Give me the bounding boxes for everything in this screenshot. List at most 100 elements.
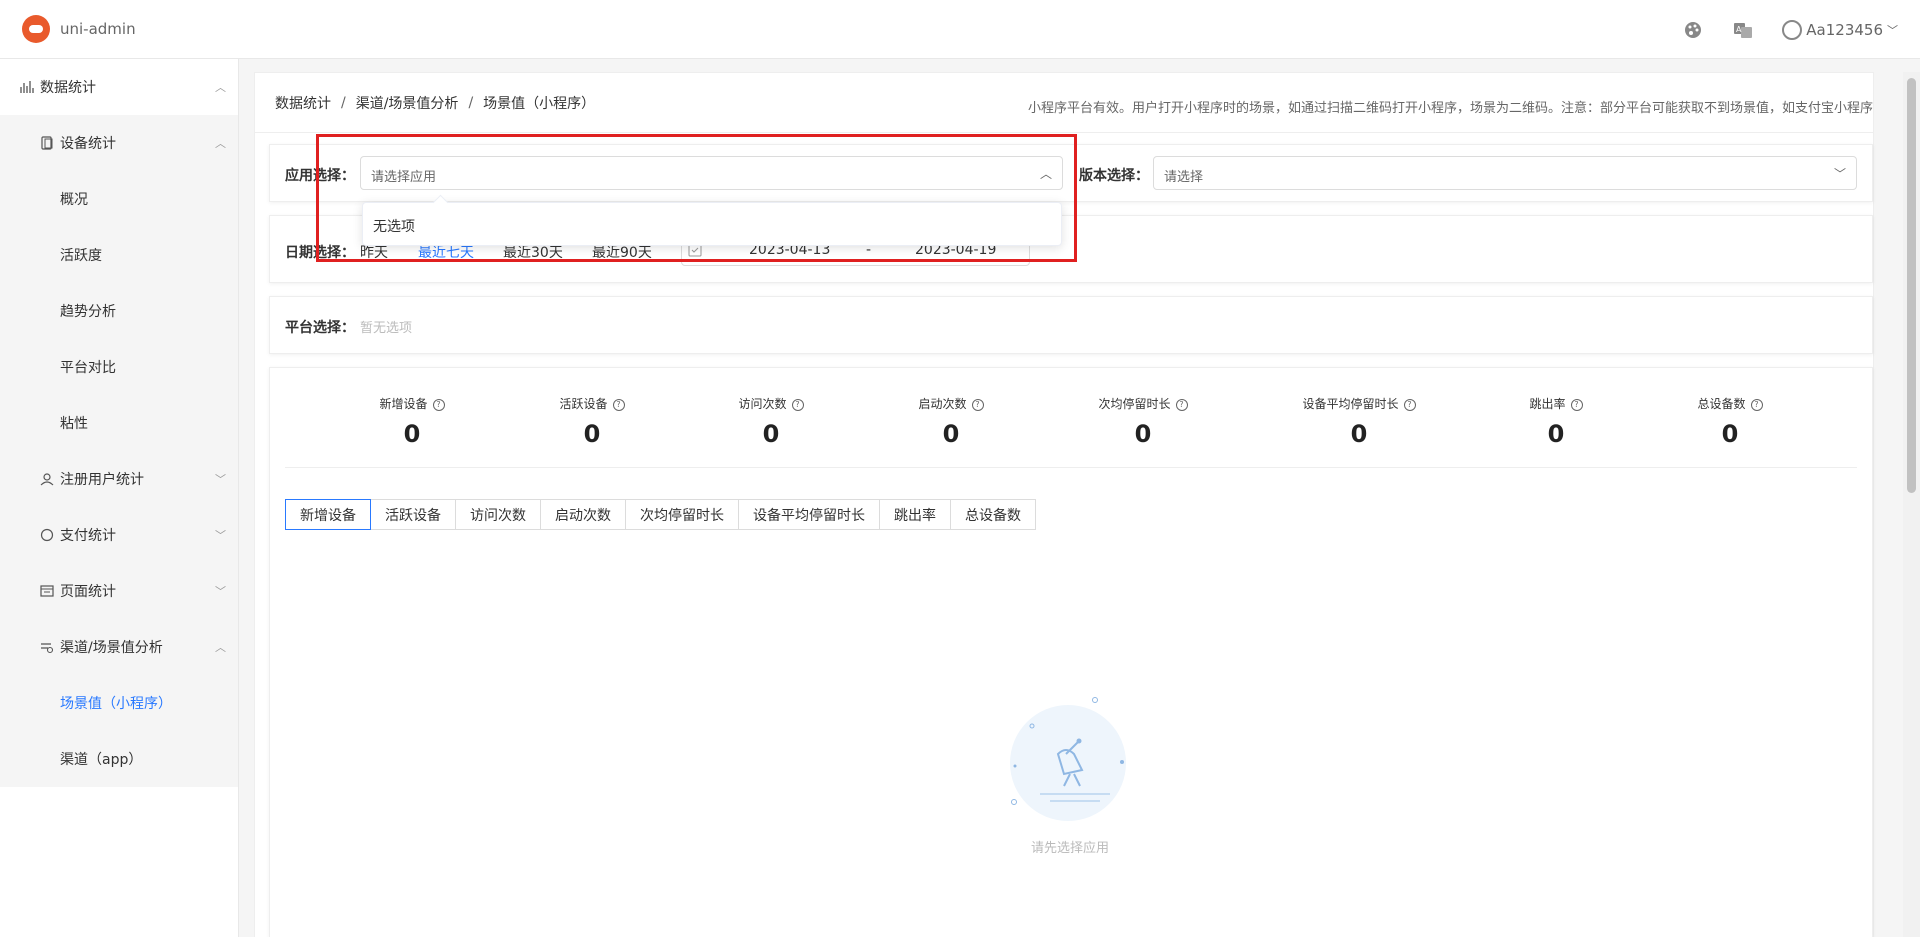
- version-select-label: 版本选择：: [1079, 168, 1149, 184]
- palette-icon[interactable]: [1682, 19, 1704, 41]
- help-icon[interactable]: ?: [1750, 398, 1763, 411]
- user-menu[interactable]: Aa123456 ﹀: [1782, 19, 1898, 40]
- app-title[interactable]: uni-admin: [60, 20, 136, 38]
- breadcrumb-item[interactable]: 数据统计: [275, 93, 331, 113]
- tab-visits[interactable]: 访问次数: [456, 499, 541, 530]
- help-icon[interactable]: ?: [612, 398, 625, 411]
- chevron-down-icon: ﹀: [1887, 23, 1898, 37]
- help-icon[interactable]: ?: [1570, 398, 1583, 411]
- tab-bounce-rate[interactable]: 跳出率: [880, 499, 951, 530]
- date-select-label: 日期选择：: [285, 245, 355, 261]
- version-select-placeholder: 请选择: [1164, 170, 1204, 185]
- empty-state-text: 请先选择应用: [1030, 841, 1109, 856]
- page-scrollbar[interactable]: [1903, 72, 1920, 937]
- stat-new-devices: 新增设备? 0: [322, 395, 502, 448]
- stat-value: 0: [403, 420, 421, 448]
- sidebar: 数据统计 ︿ 设备统计 ︿ 概况 活跃度 趋势分析 平台对比 粘性 注册用户统计…: [0, 59, 239, 937]
- sidebar-item-stickiness[interactable]: 粘性: [0, 395, 238, 451]
- tab-launches[interactable]: 启动次数: [541, 499, 626, 530]
- tab-new-devices[interactable]: 新增设备: [285, 499, 371, 530]
- page-icon: [40, 584, 54, 598]
- username: Aa123456: [1806, 20, 1883, 39]
- stat-device-avg-stay: 设备平均停留时长? 0: [1269, 395, 1449, 448]
- sidebar-item-label: 注册用户统计: [60, 472, 144, 488]
- sidebar-item-label: 场景值（小程序）: [60, 696, 172, 712]
- dropdown-empty-option[interactable]: 无选项: [373, 216, 415, 236]
- app-select-placeholder: 请选择应用: [371, 170, 437, 185]
- sidebar-item-platform-compare[interactable]: 平台对比: [0, 339, 238, 395]
- help-icon[interactable]: ?: [432, 398, 445, 411]
- stat-value: 0: [762, 420, 780, 448]
- help-icon[interactable]: ?: [791, 398, 804, 411]
- platform-filter-card: [269, 296, 1873, 354]
- stat-label: 跳出率: [1529, 397, 1566, 411]
- sidebar-item-overview[interactable]: 概况: [0, 171, 238, 227]
- app-select-label: 应用选择：: [285, 168, 355, 184]
- tab-device-avg-stay[interactable]: 设备平均停留时长: [739, 499, 880, 530]
- chevron-down-icon: ﹀: [215, 585, 226, 598]
- sidebar-item-trend[interactable]: 趋势分析: [0, 283, 238, 339]
- channel-icon: [40, 640, 54, 654]
- sidebar-item-label: 概况: [60, 192, 88, 208]
- user-icon: [40, 472, 54, 486]
- stat-label: 活跃设备: [559, 397, 608, 411]
- circle-icon: [40, 528, 54, 542]
- page-description: 小程序平台有效。用户打开小程序时的场景，如通过扫描二维码打开小程序，场景为二维码…: [1027, 101, 1873, 116]
- stat-value: 0: [1350, 420, 1368, 448]
- sidebar-item-channel-scene[interactable]: 渠道/场景值分析 ︿: [0, 619, 238, 675]
- platform-select-label: 平台选择：: [285, 320, 355, 336]
- sidebar-item-device-stats[interactable]: 设备统计 ︿: [0, 115, 238, 171]
- sidebar-item-data-stats[interactable]: 数据统计 ︿: [0, 59, 238, 115]
- sidebar-item-label: 数据统计: [40, 80, 96, 96]
- app-select[interactable]: 请选择应用 ︿: [360, 156, 1063, 190]
- help-icon[interactable]: ?: [1403, 398, 1416, 411]
- chevron-down-icon: ﹀: [1833, 167, 1846, 181]
- stat-label: 设备平均停留时长: [1302, 397, 1399, 411]
- help-icon[interactable]: ?: [971, 398, 984, 411]
- metric-tabs: 新增设备 活跃设备 访问次数 启动次数 次均停留时长 设备平均停留时长 跳出率 …: [285, 499, 1036, 530]
- breadcrumb-current: 场景值（小程序）: [483, 95, 596, 112]
- sidebar-item-activity[interactable]: 活跃度: [0, 227, 238, 283]
- chevron-up-icon: ︿: [215, 137, 226, 150]
- sidebar-item-label: 粘性: [60, 416, 88, 432]
- page-header: 数据统计 / 渠道/场景值分析 / 场景值（小程序） 小程序平台有效。用户打开小…: [255, 73, 1873, 133]
- stat-active-devices: 活跃设备? 0: [502, 395, 682, 448]
- breadcrumb-item[interactable]: 渠道/场景值分析: [356, 93, 459, 113]
- sidebar-item-channel-app[interactable]: 渠道（app）: [0, 731, 238, 787]
- sidebar-item-page-stats[interactable]: 页面统计 ﹀: [0, 563, 238, 619]
- sidebar-item-label: 支付统计: [60, 528, 116, 544]
- platform-placeholder: 暂无选项: [360, 321, 413, 336]
- logo-icon[interactable]: [22, 15, 50, 43]
- device-icon: [40, 136, 54, 150]
- stat-value: 0: [1721, 420, 1739, 448]
- sidebar-item-label: 页面统计: [60, 584, 116, 600]
- app-select-dropdown: 无选项: [362, 202, 1062, 246]
- stat-value: 0: [1134, 420, 1152, 448]
- tab-total-devices[interactable]: 总设备数: [951, 499, 1036, 530]
- sidebar-item-label: 活跃度: [60, 248, 102, 264]
- chevron-down-icon: ﹀: [215, 473, 226, 486]
- stat-total-devices: 总设备数? 0: [1640, 395, 1820, 448]
- user-avatar-icon: [1782, 19, 1803, 40]
- stat-value: 0: [583, 420, 601, 448]
- sidebar-item-scene-miniprogram[interactable]: 场景值（小程序）: [0, 675, 238, 731]
- stat-value: 0: [942, 420, 960, 448]
- tab-active-devices[interactable]: 活跃设备: [371, 499, 456, 530]
- empty-state-illustration: [1000, 690, 1140, 830]
- translate-icon[interactable]: A: [1732, 19, 1754, 41]
- sidebar-item-registered-users[interactable]: 注册用户统计 ﹀: [0, 451, 238, 507]
- breadcrumb-separator: /: [341, 94, 346, 111]
- svg-text:A: A: [1736, 25, 1742, 34]
- help-icon[interactable]: ?: [1175, 398, 1188, 411]
- chart-icon: [20, 80, 34, 94]
- tab-avg-stay[interactable]: 次均停留时长: [626, 499, 739, 530]
- sidebar-item-payment[interactable]: 支付统计 ﹀: [0, 507, 238, 563]
- version-select[interactable]: 请选择 ﹀: [1153, 156, 1857, 190]
- scrollbar-thumb[interactable]: [1907, 78, 1916, 493]
- chevron-down-icon: ﹀: [215, 529, 226, 542]
- chevron-up-icon: ︿: [215, 81, 226, 94]
- stats-divider: [285, 467, 1857, 468]
- stat-label: 新增设备: [379, 397, 428, 411]
- stat-label: 启动次数: [918, 397, 967, 411]
- sidebar-item-label: 趋势分析: [60, 304, 116, 320]
